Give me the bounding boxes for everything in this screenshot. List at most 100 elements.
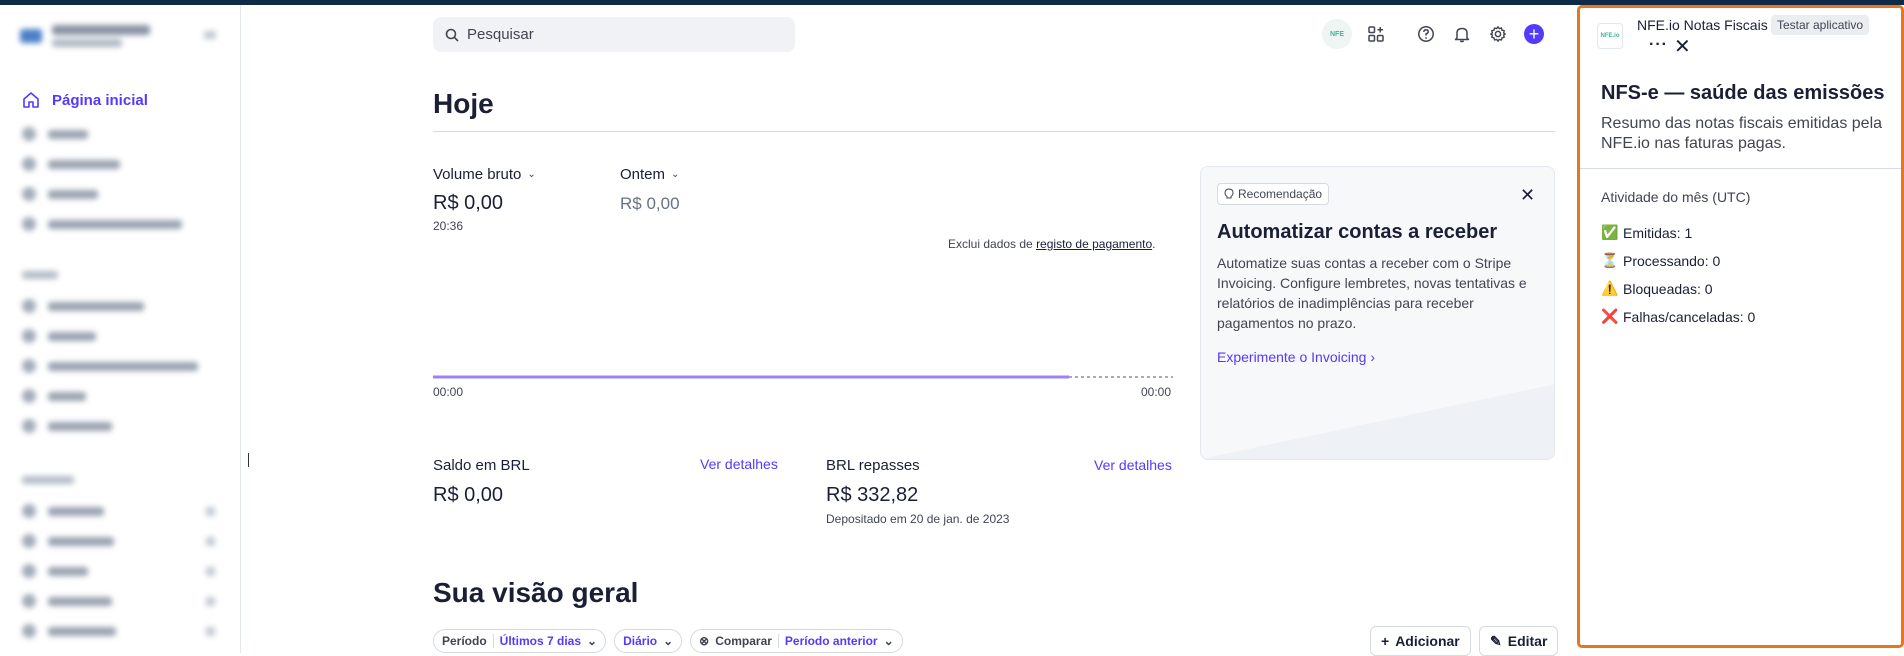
chevron-down-icon: ⌄ <box>671 169 680 180</box>
account-logo <box>20 29 42 43</box>
plus-icon: + <box>1381 633 1390 649</box>
sidebar-item[interactable] <box>22 534 215 548</box>
sidebar-section-heading <box>22 271 58 279</box>
sidebar-item-home[interactable]: Página inicial <box>22 89 148 111</box>
comparison-value: R$ 0,00 <box>620 194 680 213</box>
period-filter[interactable]: Período Últimos 7 dias ⌄ <box>433 629 607 653</box>
stat-processing: ⏳ Processando: 0 <box>1601 252 1721 269</box>
balance-details-link[interactable]: Ver detalhes <box>700 456 778 472</box>
nfe-logo: NFE.io <box>1597 23 1623 49</box>
recommendation-badge: Recomendação <box>1217 183 1330 205</box>
lightbulb-icon <box>1224 188 1234 199</box>
volume-chart <box>433 375 1173 379</box>
sidebar-item[interactable] <box>22 157 120 171</box>
help-icon <box>1418 26 1434 42</box>
gross-volume-time: 20:36 <box>433 219 464 233</box>
card-decoration <box>1201 384 1554 459</box>
more-options-icon[interactable]: ··· <box>1649 36 1668 54</box>
search-bar[interactable] <box>433 17 795 52</box>
gross-volume-label: Volume bruto <box>433 166 522 183</box>
stat-failed: ❌ Falhas/canceladas: 0 <box>1601 308 1756 325</box>
hourglass-icon: ⏳ <box>1601 252 1619 268</box>
create-button[interactable]: + <box>1516 19 1552 49</box>
sidebar-item[interactable] <box>22 389 86 403</box>
chevron-down-icon <box>204 31 216 39</box>
account-name <box>52 25 150 35</box>
overview-title: Sua visão geral <box>433 577 639 608</box>
axis-end-label: 00:00 <box>1141 385 1172 399</box>
recommendation-card: Recomendação ✕ Automatizar contas a rece… <box>1200 166 1555 460</box>
panel-title: NFS-e — saúde das emissões <box>1601 82 1885 104</box>
comparison-label: Ontem <box>620 166 666 183</box>
pencil-icon: ✎ <box>1490 632 1502 649</box>
sidebar-item[interactable] <box>22 359 198 373</box>
plus-icon: + <box>1524 24 1544 44</box>
close-icon[interactable]: ✕ <box>1674 34 1691 59</box>
gear-icon <box>1490 26 1506 42</box>
bell-icon <box>1454 27 1470 43</box>
compare-filter[interactable]: ⊗ Comparar Período anterior ⌄ <box>690 629 903 653</box>
axis-start-label: 00:00 <box>433 385 464 399</box>
account-subtitle <box>52 39 122 47</box>
gross-volume-value: R$ 0,00 <box>433 192 504 214</box>
overview-filters: Período Últimos 7 dias ⌄ Diário ⌄ ⊗ Comparar… <box>433 629 903 653</box>
app-panel: NFE.io NFE.io Notas Fiscais Testar aplic… <box>1577 5 1904 648</box>
edit-button[interactable]: ✎ Editar <box>1479 626 1559 656</box>
close-icon[interactable]: ✕ <box>1520 185 1535 206</box>
search-icon <box>445 28 459 42</box>
recommendation-body: Automatize suas contas a receber com o S… <box>1217 255 1527 331</box>
test-app-badge: Testar aplicativo <box>1771 15 1870 35</box>
comparison-selector[interactable]: Ontem ⌄ <box>620 166 679 183</box>
sidebar-section-heading <box>22 476 74 484</box>
exclude-note: Exclui dados de registo de pagamento. <box>948 237 1156 251</box>
chevron-right-icon: › <box>1370 349 1375 365</box>
recommendation-title: Automatizar contas a receber <box>1217 221 1498 243</box>
sidebar-item[interactable] <box>22 217 182 231</box>
sidebar-item[interactable] <box>22 419 112 433</box>
sidebar-item[interactable] <box>22 564 215 578</box>
notifications-button[interactable] <box>1444 19 1480 49</box>
app-panel-header: NFE.io NFE.io Notas Fiscais Testar aplic… <box>1580 8 1901 58</box>
sidebar-item[interactable] <box>22 624 215 638</box>
try-invoicing-link[interactable]: Experimente o Invoicing › <box>1217 349 1375 365</box>
cross-icon: ❌ <box>1601 308 1619 324</box>
account-switcher[interactable] <box>20 19 220 59</box>
sidebar-item[interactable] <box>22 594 215 608</box>
sidebar: Página inicial <box>0 5 241 653</box>
balance-value: R$ 0,00 <box>433 484 504 506</box>
stat-blocked: ⚠️ Bloqueadas: 0 <box>1601 280 1713 297</box>
nfe-app-icon[interactable]: NFE <box>1322 19 1352 49</box>
warning-icon: ⚠️ <box>1601 280 1619 296</box>
home-icon <box>23 92 39 108</box>
sidebar-item-label: Página inicial <box>52 91 148 109</box>
sidebar-item[interactable] <box>22 127 88 141</box>
sidebar-item[interactable] <box>22 504 215 518</box>
topbar-actions: NFE + <box>1322 19 1552 49</box>
interval-filter[interactable]: Diário ⌄ <box>614 629 683 653</box>
balance-label: Saldo em BRL <box>433 457 530 474</box>
app-name: NFE.io Notas Fiscais <box>1637 17 1768 33</box>
settings-button[interactable] <box>1480 19 1516 49</box>
payouts-value: R$ 332,82 <box>826 484 919 506</box>
chevron-down-icon: ⌄ <box>883 634 894 648</box>
divider <box>433 131 1555 132</box>
sidebar-item[interactable] <box>22 329 96 343</box>
remove-circle-icon[interactable]: ⊗ <box>699 634 709 648</box>
chevron-down-icon: ⌄ <box>587 634 598 648</box>
payouts-deposit-date: Depositado em 20 de jan. de 2023 <box>826 512 1010 526</box>
panel-description: Resumo das notas fiscais emitidas pela N… <box>1601 115 1883 152</box>
apps-button[interactable] <box>1358 19 1394 49</box>
check-icon: ✅ <box>1601 224 1619 240</box>
payment-record-link[interactable]: registo de pagamento <box>1036 237 1152 251</box>
text-cursor <box>248 453 249 467</box>
stat-issued: ✅ Emitidas: 1 <box>1601 224 1693 241</box>
search-input[interactable] <box>467 26 767 43</box>
help-button[interactable] <box>1408 19 1444 49</box>
chevron-down-icon: ⌄ <box>527 169 536 180</box>
sidebar-item[interactable] <box>22 299 144 313</box>
payouts-details-link[interactable]: Ver detalhes <box>1094 457 1172 473</box>
sidebar-item[interactable] <box>22 187 98 201</box>
page-title: Hoje <box>433 88 494 119</box>
gross-volume-selector[interactable]: Volume bruto ⌄ <box>433 166 536 183</box>
add-button[interactable]: + Adicionar <box>1370 626 1471 656</box>
